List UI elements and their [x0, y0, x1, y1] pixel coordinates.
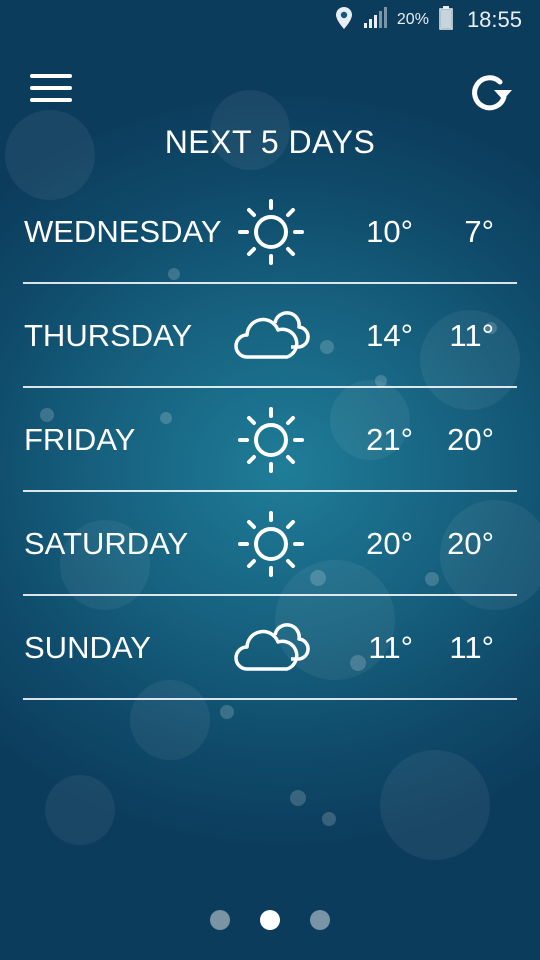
page-indicator	[0, 910, 540, 930]
forecast-list: WEDNESDAY 10° 7° THURSDAY 14° 11° FRIDAY…	[23, 180, 517, 700]
battery-percent: 20%	[396, 11, 429, 28]
temperature-low: 11°	[449, 630, 494, 665]
page-dot-1[interactable]	[210, 910, 230, 930]
forecast-row-friday: FRIDAY 21° 20°	[23, 388, 517, 492]
refresh-icon[interactable]	[466, 70, 514, 114]
day-name: FRIDAY	[24, 422, 136, 457]
status-clock: 18:55	[466, 7, 522, 32]
forecast-row-thursday: THURSDAY 14° 11°	[23, 284, 517, 388]
temperature-low: 7°	[464, 214, 494, 249]
forecast-row-wednesday: WEDNESDAY 10° 7°	[23, 180, 517, 284]
day-name: THURSDAY	[24, 318, 193, 353]
hamburger-menu-icon[interactable]	[30, 74, 72, 106]
location-pin-icon	[335, 6, 353, 35]
temperature-high: 21°	[366, 422, 413, 457]
page-dot-3[interactable]	[310, 910, 330, 930]
forecast-row-saturday: SATURDAY 20° 20°	[23, 492, 517, 596]
day-name: SUNDAY	[24, 630, 151, 665]
temperature-high: 14°	[366, 318, 413, 353]
temperature-low: 11°	[449, 318, 494, 353]
page-title: NEXT 5 DAYS	[164, 124, 376, 160]
temperature-high: 20°	[366, 526, 413, 561]
battery-icon	[439, 5, 453, 35]
temperature-low: 20°	[447, 422, 494, 457]
temperature-high: 10°	[366, 214, 413, 249]
cloud-icon	[231, 613, 311, 683]
forecast-row-sunday: SUNDAY 11° 11°	[23, 596, 517, 700]
signal-icon	[363, 6, 387, 34]
sun-icon	[231, 405, 311, 475]
page-dot-2-active[interactable]	[260, 910, 280, 930]
temperature-high: 11°	[368, 630, 413, 665]
status-bar: 20% 18:55	[0, 0, 540, 40]
day-name: SATURDAY	[24, 526, 189, 561]
temperature-low: 20°	[447, 526, 494, 561]
cloud-icon	[231, 301, 311, 371]
sun-icon	[231, 197, 311, 267]
day-name: WEDNESDAY	[24, 214, 222, 249]
sun-icon	[231, 509, 311, 579]
